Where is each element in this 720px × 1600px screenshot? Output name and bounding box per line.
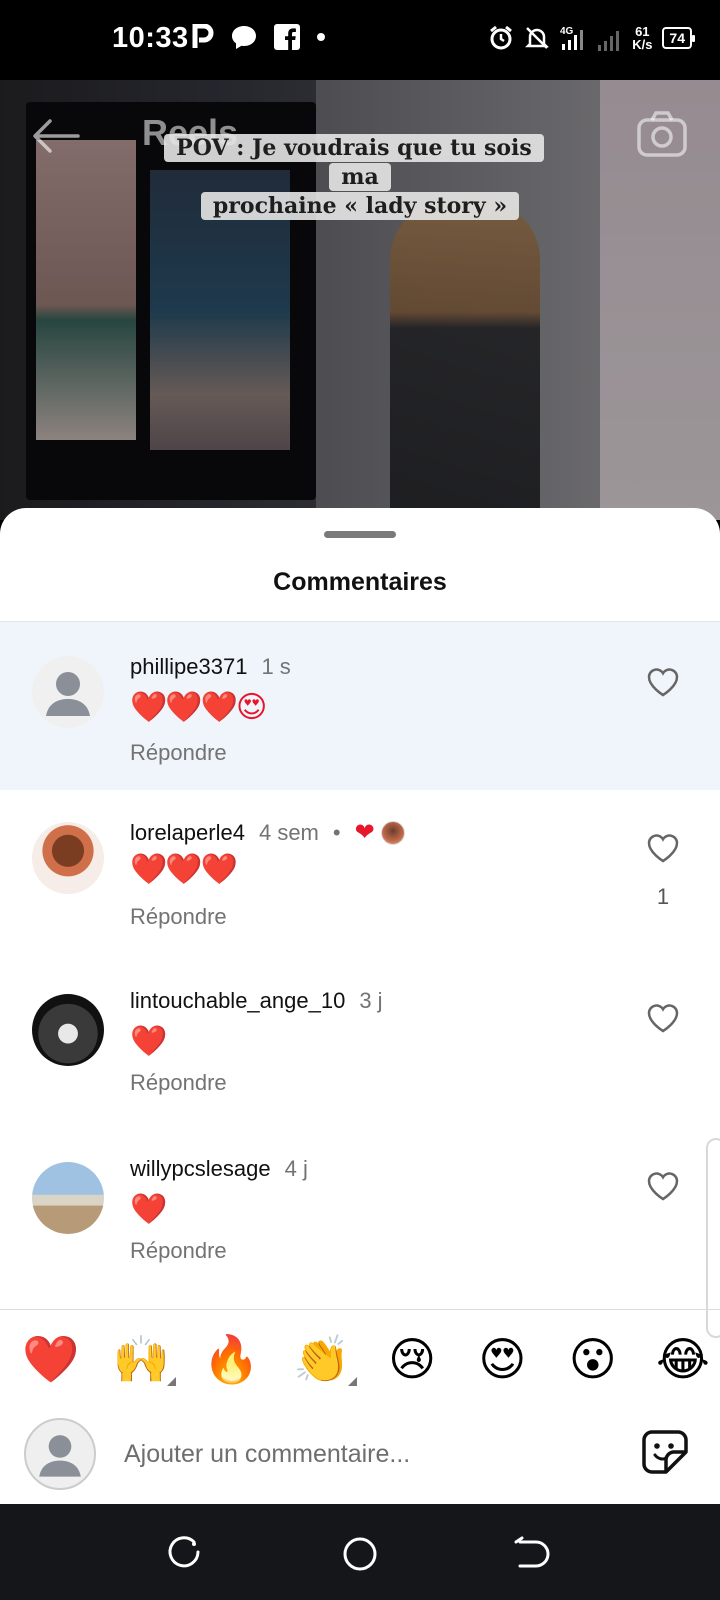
emoji-divider — [0, 1309, 720, 1310]
video-caption-line1: POV : Je voudrais que tu sois ma — [164, 134, 544, 191]
comment-text: ❤️ — [130, 1025, 167, 1058]
like-heart-icon[interactable] — [646, 666, 680, 698]
author-mini-avatar — [380, 820, 405, 845]
net-type-label: 4G — [560, 26, 574, 37]
comment-header: lorelaperle4 4 sem • ❤ — [130, 818, 405, 847]
video-caption-line2: prochaine « lady story » — [200, 192, 520, 220]
chat-bubble-icon — [232, 26, 256, 49]
sheet-title: Commentaires — [273, 568, 447, 596]
quick-emoji-bar: ❤️ 🙌 🔥 👏 😢 😍 😮 😂 — [22, 1330, 712, 1388]
avatar[interactable] — [32, 656, 104, 728]
signal-bars-icon — [598, 31, 620, 51]
comment-separator: • — [332, 819, 341, 845]
emoji-fire-button[interactable]: 🔥 — [203, 1330, 261, 1388]
emoji-clap-button[interactable]: 👏 — [293, 1330, 357, 1388]
comment-time: 1 s — [261, 654, 291, 679]
like-heart-icon[interactable] — [646, 832, 680, 864]
status-time: 10:33 — [112, 22, 189, 54]
bell-off-icon — [525, 27, 550, 49]
comment-composer — [0, 1388, 720, 1498]
alarm-icon — [490, 25, 513, 50]
reply-button[interactable]: Répondre — [130, 740, 227, 766]
battery-indicator: 74 — [662, 27, 695, 49]
home-icon[interactable] — [340, 1534, 380, 1574]
reply-button[interactable]: Répondre — [130, 1070, 227, 1096]
comment-input[interactable] — [124, 1430, 604, 1478]
author-heart-icon: ❤ — [354, 819, 375, 846]
default-avatar-icon — [46, 672, 90, 716]
like-count: 1 — [656, 884, 670, 909]
status-bar: 10:33 4G 61 K/s 74 — [0, 0, 720, 80]
current-user-avatar — [24, 1418, 96, 1490]
like-heart-icon[interactable] — [646, 1170, 680, 1202]
parking-icon — [192, 24, 214, 48]
sticker-icon[interactable] — [640, 1428, 690, 1478]
comment-time: 3 j — [359, 988, 383, 1013]
avatar[interactable] — [32, 822, 104, 894]
comment-header: willypcslesage 4 j — [130, 1156, 308, 1182]
skin-tone-indicator — [347, 1377, 357, 1386]
emoji-raised-hands: 🙌 — [112, 1332, 170, 1386]
comment-text: ❤️ — [130, 1193, 167, 1226]
like-heart-icon[interactable] — [646, 1002, 680, 1034]
emoji-heart-button[interactable]: ❤️ — [22, 1330, 80, 1388]
comment-item: lintouchable_ange_10 3 j ❤️ Répondre — [0, 960, 720, 1128]
avatar[interactable] — [32, 1162, 104, 1234]
comment-item: willypcslesage 4 j ❤️ Répondre — [0, 1128, 720, 1298]
skin-tone-indicator — [167, 1377, 177, 1386]
emoji-clap: 👏 — [293, 1332, 351, 1386]
comment-username[interactable]: lorelaperle4 — [130, 820, 245, 846]
comment-item: phillipe3371 1 s ❤️❤️❤️😍 Répondre — [0, 622, 720, 790]
status-left-icons — [192, 24, 326, 50]
emoji-crying-button[interactable]: 😢 — [383, 1330, 441, 1388]
status-right-icons: 4G 61 K/s 74 — [488, 24, 695, 52]
emoji-laughing-button[interactable]: 😂 — [654, 1330, 712, 1388]
recent-apps-icon[interactable] — [164, 1534, 204, 1574]
liked-by-author: ❤ — [355, 818, 405, 847]
comment-header: lintouchable_ange_10 3 j — [130, 988, 383, 1014]
comment-time: 4 j — [284, 1156, 308, 1181]
comment-header: phillipe3371 1 s — [130, 654, 291, 680]
video-caption: POV : Je voudrais que tu sois ma prochai… — [150, 134, 570, 221]
comment-text: ❤️❤️❤️ — [130, 853, 238, 886]
comment-username[interactable]: phillipe3371 — [130, 654, 247, 680]
back-nav-icon[interactable] — [512, 1534, 552, 1574]
facebook-icon — [274, 24, 300, 50]
reel-video[interactable]: Reels POV : Je voudrais que tu sois ma p… — [0, 80, 720, 520]
dot-icon — [317, 33, 325, 41]
signal-4g-icon: 4G — [560, 26, 584, 50]
comment-username[interactable]: lintouchable_ange_10 — [130, 988, 345, 1014]
scroll-handle[interactable] — [706, 1138, 720, 1338]
camera-icon[interactable] — [636, 110, 688, 158]
default-avatar-icon — [39, 1435, 81, 1477]
avatar[interactable] — [32, 994, 104, 1066]
reply-button[interactable]: Répondre — [130, 1238, 227, 1264]
network-speed: 61 K/s — [632, 25, 652, 51]
comment-username[interactable]: willypcslesage — [130, 1156, 271, 1182]
system-nav-bar — [0, 1504, 720, 1600]
emoji-heart-eyes-button[interactable]: 😍 — [473, 1330, 531, 1388]
sheet-drag-handle[interactable] — [324, 531, 396, 538]
comment-time: 4 sem — [258, 819, 319, 845]
emoji-raised-hands-button[interactable]: 🙌 — [112, 1330, 177, 1388]
comment-item: lorelaperle4 4 sem • ❤ ❤️❤️❤️ Répondre 1 — [0, 790, 720, 960]
comment-text: ❤️❤️❤️😍 — [130, 691, 267, 724]
comments-sheet: Commentaires phillipe3371 1 s ❤️❤️❤️😍 Ré… — [0, 508, 720, 1504]
emoji-surprised-button[interactable]: 😮 — [564, 1330, 622, 1388]
back-arrow-icon[interactable] — [30, 118, 80, 154]
reply-button[interactable]: Répondre — [130, 904, 227, 930]
network-speed-unit: K/s — [632, 37, 653, 52]
